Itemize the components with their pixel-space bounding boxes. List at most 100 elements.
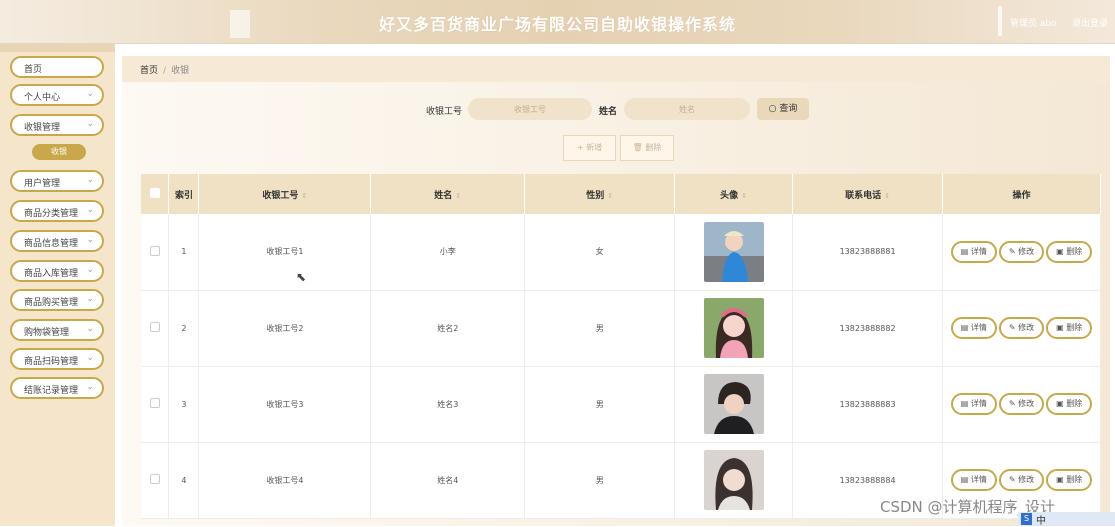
header-name[interactable]: 姓名 ⇕	[370, 174, 526, 214]
cell-index: 1	[168, 214, 200, 291]
header-operations: 操作	[942, 174, 1101, 214]
row-checkbox[interactable]	[149, 398, 160, 408]
sidebar-item-label: 个人中心	[24, 93, 61, 103]
sidebar-item-checkout-records[interactable]: 结账记录管理 ⌄	[10, 377, 104, 399]
delete-button[interactable]: ▣ 删除	[1046, 393, 1093, 415]
cell-avatar	[674, 214, 794, 291]
header-phone[interactable]: 联系电话 ⇕	[792, 174, 944, 214]
table-row: 2 收银工号2 姓名2 男 13823888882 ▤ 详情 ✎ 修改 ▣ 删除	[141, 290, 1101, 367]
sidebar-item-product-info[interactable]: 商品信息管理 ⌄	[10, 230, 104, 252]
row-checkbox[interactable]	[149, 474, 160, 484]
sort-icon[interactable]: ⇕	[741, 192, 747, 200]
row-select-cell	[141, 366, 170, 443]
delete-button[interactable]: ▣ 删除	[1046, 469, 1093, 491]
edit-icon: ✎	[1008, 475, 1016, 484]
trash-icon: ▣	[1056, 475, 1064, 484]
logout-link[interactable]: 退出登录	[1072, 16, 1108, 29]
sidebar-item-scan[interactable]: 商品扫码管理 ⌄	[10, 348, 104, 370]
chevron-down-icon: ⌄	[86, 353, 94, 363]
detail-button[interactable]: ▤ 详情	[950, 240, 997, 263]
sidebar-item-label: 收银管理	[24, 123, 61, 133]
edit-icon: ✎	[1008, 399, 1016, 408]
cell-gender: 男	[524, 366, 676, 443]
edit-button[interactable]: ✎ 修改	[998, 240, 1045, 263]
sidebar-item-stock-in[interactable]: 商品入库管理 ⌄	[10, 260, 104, 282]
sort-icon[interactable]: ⇕	[455, 192, 461, 200]
header-gender[interactable]: 性别 ⇕	[524, 174, 676, 214]
row-checkbox[interactable]	[149, 322, 160, 332]
cell-avatar	[674, 442, 794, 519]
sort-icon[interactable]: ⇕	[302, 192, 308, 200]
delete-button[interactable]: ▣ 删除	[1046, 240, 1093, 263]
sidebar-top-strip	[0, 44, 115, 52]
edit-button[interactable]: ✎ 修改	[998, 469, 1045, 491]
sidebar-subitem-cashier[interactable]: 收银	[32, 144, 86, 160]
current-user: 管理员 abo	[1010, 19, 1057, 29]
edit-label: 修改	[1018, 475, 1035, 484]
detail-button[interactable]: ▤ 详情	[950, 469, 997, 491]
breadcrumb: 首页 / 收银	[122, 56, 1110, 82]
chevron-down-icon: ⌄	[86, 175, 94, 185]
chevron-down-icon: ⌄	[86, 205, 94, 215]
header-index: 索引	[168, 174, 200, 214]
header-code[interactable]: 收银工号 ⇕	[198, 174, 372, 214]
row-checkbox[interactable]	[149, 245, 160, 256]
add-button[interactable]: + 新增	[563, 135, 616, 161]
search-input-name[interactable]	[624, 98, 750, 120]
breadcrumb-home[interactable]: 首页	[140, 66, 158, 76]
header-name-label: 姓名	[434, 190, 453, 201]
sidebar-item-label: 商品扫码管理	[24, 357, 79, 367]
sidebar-item-purchase[interactable]: 商品购买管理 ⌄	[10, 289, 104, 311]
delete-label: 删除	[1066, 475, 1083, 484]
sidebar-item-home[interactable]: 首页	[10, 56, 104, 78]
batch-delete-button[interactable]: 🗑 删除	[620, 135, 674, 161]
cell-operations: ▤ 详情 ✎ 修改 ▣ 删除	[942, 214, 1101, 291]
table-row: 3 收银工号3 姓名3 男 13823888883 ▤ 详情 ✎ 修改 ▣ 删除	[141, 366, 1101, 443]
chevron-down-icon: ⌄	[86, 235, 94, 245]
sidebar-item-user-management[interactable]: 用户管理 ⌄	[10, 170, 104, 192]
select-all-checkbox[interactable]	[149, 187, 160, 198]
detail-button[interactable]: ▤ 详情	[950, 393, 997, 415]
cell-avatar	[674, 290, 794, 367]
sidebar-item-shopping-bag[interactable]: 购物袋管理 ⌄	[10, 319, 104, 341]
sogou-ime-icon[interactable]: S	[1021, 513, 1032, 525]
sidebar-item-cashier-management[interactable]: 收银管理 ⌄	[10, 114, 104, 136]
header-phone-label: 联系电话	[845, 190, 882, 201]
avatar	[703, 450, 764, 510]
trash-icon: ▣	[1056, 246, 1064, 256]
edit-button[interactable]: ✎ 修改	[998, 317, 1045, 339]
detail-label: 详情	[970, 323, 987, 332]
detail-icon: ▤	[960, 475, 969, 484]
detail-icon: ▤	[960, 323, 969, 332]
cell-gender: 男	[524, 290, 676, 367]
cell-gender: 女	[524, 214, 676, 291]
query-button[interactable]: ○ 查询	[757, 98, 809, 120]
header-avatar-label: 头像	[720, 190, 739, 201]
trash-icon: ▣	[1056, 323, 1064, 332]
cell-name: 姓名3	[370, 366, 526, 443]
ime-mode-label[interactable]: 中	[1036, 512, 1046, 527]
search-input-code[interactable]	[468, 98, 592, 120]
header-avatar[interactable]: 头像 ⇕	[674, 174, 794, 214]
detail-icon: ▤	[960, 246, 969, 256]
avatar	[703, 298, 764, 358]
mouse-cursor-icon: ⬉	[296, 270, 307, 284]
delete-button[interactable]: ▣ 删除	[1046, 317, 1093, 339]
breadcrumb-separator: /	[163, 66, 167, 76]
top-header: 好又多百货商业广场有限公司自助收银操作系统 管理员 abo 退出登录	[0, 0, 1115, 44]
query-button-label: 查询	[779, 104, 798, 114]
detail-button[interactable]: ▤ 详情	[950, 317, 997, 339]
table-row: 1 收银工号1 小李 女 13823888881 ▤ 详情 ✎ 修改 ▣ 删除	[141, 214, 1101, 291]
chevron-down-icon: ⌄	[86, 265, 94, 275]
sidebar-item-category-management[interactable]: 商品分类管理 ⌄	[10, 200, 104, 222]
chevron-down-icon: ⌄	[86, 89, 94, 99]
edit-button[interactable]: ✎ 修改	[998, 393, 1045, 415]
sort-icon[interactable]: ⇕	[884, 192, 890, 200]
avatar	[703, 374, 764, 434]
chevron-down-icon: ⌄	[86, 324, 94, 334]
detail-label: 详情	[970, 246, 987, 256]
sort-icon[interactable]: ⇕	[607, 192, 613, 200]
sidebar-item-personal-center[interactable]: 个人中心 ⌄	[10, 84, 104, 106]
search-label-code: 收银工号	[426, 107, 463, 117]
edit-label: 修改	[1018, 323, 1035, 332]
